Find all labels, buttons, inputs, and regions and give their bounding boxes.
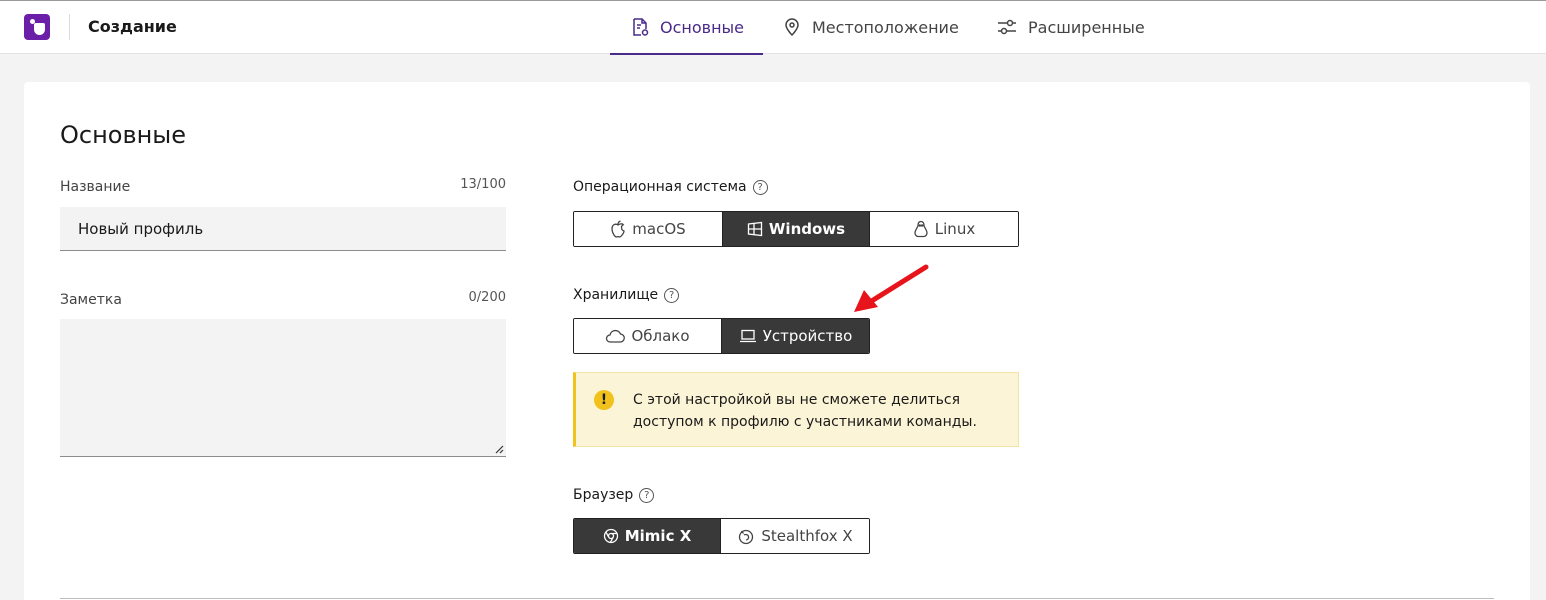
app-logo[interactable] xyxy=(24,14,50,40)
storage-label: Хранилище ? xyxy=(573,287,680,303)
page-title: Создание xyxy=(88,17,177,36)
storage-option-device-label: Устройство xyxy=(762,327,853,345)
section-divider xyxy=(60,598,1494,599)
chromium-icon xyxy=(603,528,618,544)
window-top-edge xyxy=(0,0,1546,1)
tab-location[interactable]: Местоположение xyxy=(782,0,959,54)
storage-selector: Облако Устройство xyxy=(573,318,870,354)
warning-icon: ! xyxy=(594,390,614,410)
browser-selector: Mimic X Stealthfox X xyxy=(573,518,870,554)
cloud-icon xyxy=(606,329,626,343)
browser-help-icon[interactable]: ? xyxy=(639,487,655,503)
tab-basic[interactable]: Основные xyxy=(610,0,763,55)
warning-message: С этой настройкой вы не сможете делиться… xyxy=(633,392,977,430)
linux-penguin-icon xyxy=(914,220,928,238)
firefox-icon xyxy=(739,529,754,545)
windows-icon xyxy=(747,221,763,237)
browser-option-stealthfox-label: Stealthfox X xyxy=(761,527,853,545)
os-help-icon[interactable]: ? xyxy=(752,179,768,195)
note-counter: 0/200 xyxy=(468,290,506,305)
browser-label: Браузер ? xyxy=(573,487,655,503)
name-label: Название xyxy=(60,179,131,195)
tab-advanced-label: Расширенные xyxy=(1028,17,1145,37)
sliders-icon xyxy=(998,19,1016,35)
storage-option-device[interactable]: Устройство xyxy=(722,319,869,353)
os-option-windows[interactable]: Windows xyxy=(723,212,870,246)
browser-label-text: Браузер xyxy=(573,487,634,503)
storage-option-cloud-label: Облако xyxy=(631,327,690,345)
name-counter: 13/100 xyxy=(460,177,506,192)
top-bar: Создание Основные Местоположение Расшире… xyxy=(0,0,1546,55)
os-label-text: Операционная система xyxy=(573,179,747,195)
browser-option-mimic[interactable]: Mimic X xyxy=(574,519,721,553)
os-option-macos[interactable]: macOS xyxy=(574,212,723,246)
storage-option-cloud[interactable]: Облако xyxy=(574,319,722,353)
header-divider xyxy=(69,14,70,40)
note-label: Заметка xyxy=(60,292,122,308)
section-title: Основные xyxy=(60,121,187,149)
browser-option-stealthfox[interactable]: Stealthfox X xyxy=(721,519,869,553)
document-settings-icon xyxy=(633,18,649,36)
os-selector: macOS Windows Linux xyxy=(573,211,1019,247)
os-option-linux-label: Linux xyxy=(934,220,976,238)
os-label: Операционная система ? xyxy=(573,179,768,195)
name-input[interactable]: Новый профиль xyxy=(60,207,506,251)
os-option-macos-label: macOS xyxy=(632,220,686,238)
apple-icon xyxy=(611,220,625,238)
storage-label-text: Хранилище xyxy=(573,287,659,303)
browser-option-mimic-label: Mimic X xyxy=(624,527,692,545)
os-option-windows-label: Windows xyxy=(768,220,846,238)
name-input-value: Новый профиль xyxy=(78,219,204,238)
location-pin-icon xyxy=(785,18,799,37)
tab-basic-label: Основные xyxy=(660,17,745,37)
tab-location-label: Местоположение xyxy=(812,17,959,37)
active-tab-indicator xyxy=(610,53,763,55)
annotation-arrow-icon xyxy=(854,264,929,312)
warning-notice: ! С этой настройкой вы не сможете делить… xyxy=(573,372,1019,447)
os-option-linux[interactable]: Linux xyxy=(870,212,1018,246)
resize-handle-icon[interactable] xyxy=(494,444,504,454)
note-textarea[interactable] xyxy=(60,319,506,457)
storage-help-icon[interactable]: ? xyxy=(664,287,680,303)
laptop-icon xyxy=(739,329,756,343)
tab-advanced[interactable]: Расширенные xyxy=(996,0,1145,54)
